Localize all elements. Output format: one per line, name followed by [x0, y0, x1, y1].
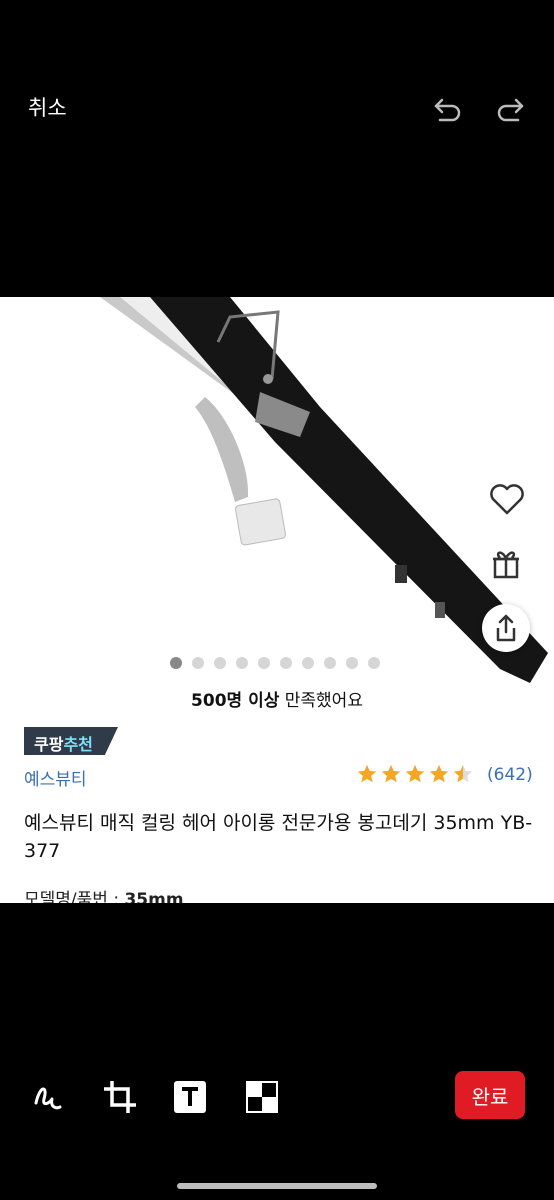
crop-icon[interactable] [102, 1079, 138, 1115]
carousel-dot[interactable] [346, 657, 358, 669]
screenshot-canvas: 500명 이상 만족했어요 쿠팡추천 예스뷰티 (642) 예스뷰티 매직 컬링… [0, 297, 554, 903]
star-icon [381, 764, 401, 783]
carousel-dot[interactable] [258, 657, 270, 669]
carousel-dot[interactable] [236, 657, 248, 669]
star-icon [453, 764, 473, 783]
done-button[interactable]: 완료 [455, 1071, 525, 1119]
carousel-dot[interactable] [192, 657, 204, 669]
heart-icon[interactable] [487, 479, 527, 519]
star-icon [357, 764, 377, 783]
carousel-dot[interactable] [280, 657, 292, 669]
star-icon [429, 764, 449, 783]
redo-icon[interactable] [494, 92, 526, 124]
satisfaction-text: 500명 이상 만족했어요 [0, 686, 554, 711]
model-value: 35mm [124, 890, 184, 903]
badge-suffix: 추천 [63, 735, 93, 754]
carousel-dot[interactable] [324, 657, 336, 669]
carousel-dot[interactable] [368, 657, 380, 669]
badge-prefix: 쿠팡 [34, 735, 64, 754]
cancel-button[interactable]: 취소 [28, 92, 67, 122]
undo-icon[interactable] [432, 92, 464, 124]
gift-icon[interactable] [487, 543, 527, 583]
share-icon[interactable] [482, 604, 530, 652]
star-icon [405, 764, 425, 783]
model-label: 모델명/품번 : [24, 890, 125, 903]
satisfaction-count: 500명 이상 [191, 691, 280, 711]
text-icon[interactable] [172, 1079, 208, 1115]
carousel-dots[interactable] [170, 657, 380, 669]
editor-top-bar: 취소 [0, 0, 554, 297]
editor-toolbar: 완료 [0, 903, 554, 1200]
carousel-dot[interactable] [302, 657, 314, 669]
pen-icon[interactable] [30, 1079, 66, 1115]
review-count-link[interactable]: (642) [487, 765, 533, 785]
rating-stars [356, 763, 474, 785]
product-title: 예스뷰티 매직 컬링 헤어 아이롱 전문가용 봉고데기 35mm YB-377 [24, 812, 533, 862]
carousel-dot[interactable] [214, 657, 226, 669]
satisfaction-suffix: 만족했어요 [279, 691, 363, 711]
curling-iron-image [100, 297, 548, 683]
model-number: 모델명/품번 : 35mm [24, 885, 184, 903]
brand-link[interactable]: 예스뷰티 [24, 765, 87, 790]
carousel-dot[interactable] [170, 657, 182, 669]
mosaic-icon[interactable] [244, 1079, 280, 1115]
home-indicator [177, 1183, 377, 1189]
